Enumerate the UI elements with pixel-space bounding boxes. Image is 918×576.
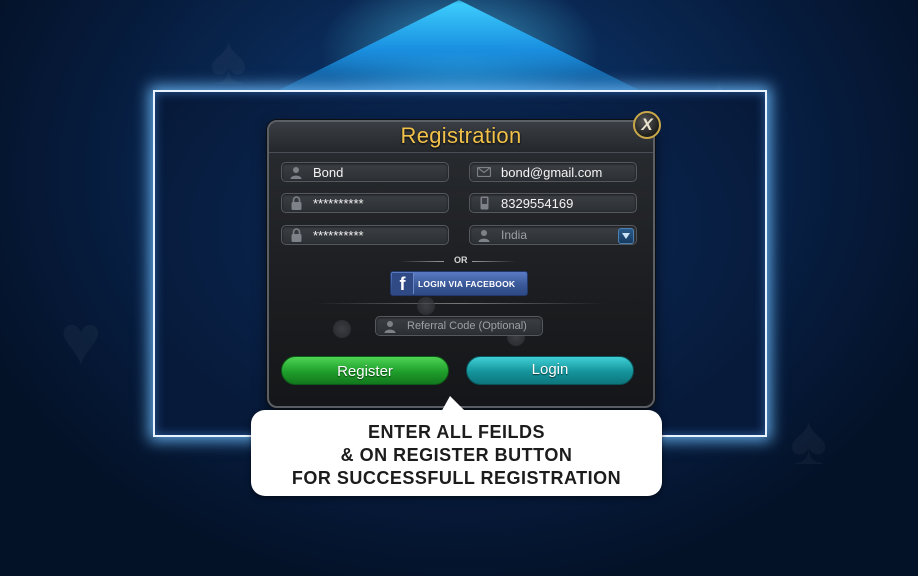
facebook-icon: f — [392, 273, 414, 294]
phone-value: 8329554169 — [501, 195, 574, 211]
dialog-title: Registration — [400, 123, 522, 148]
confirm-password-value: ********** — [313, 227, 364, 243]
heart-decoration: ♥ — [60, 300, 102, 380]
close-button[interactable]: X — [633, 111, 661, 139]
facebook-login-label: LOGIN VIA FACEBOOK — [418, 279, 516, 289]
confirm-password-field[interactable]: ********** — [281, 225, 449, 245]
callout-text: ENTER ALL FEILDS & ON REGISTER BUTTON FO… — [251, 421, 662, 490]
user-icon — [473, 225, 495, 245]
email-value: bond@gmail.com — [501, 164, 603, 180]
register-button[interactable]: Register — [281, 356, 449, 385]
phone-field[interactable]: 8329554169 — [469, 193, 637, 213]
spade-decoration: ♠ — [210, 20, 247, 100]
callout-line-2: & ON REGISTER BUTTON — [340, 445, 573, 465]
chip-decoration — [333, 320, 351, 338]
chevron-down-icon[interactable] — [618, 228, 634, 244]
country-select[interactable]: India — [469, 225, 637, 245]
instruction-callout: ENTER ALL FEILDS & ON REGISTER BUTTON FO… — [251, 410, 662, 496]
lock-icon — [285, 225, 307, 245]
user-icon — [285, 162, 307, 182]
facebook-login-button[interactable]: f LOGIN VIA FACEBOOK — [390, 271, 528, 296]
referral-placeholder: Referral Code (Optional) — [407, 320, 527, 332]
country-value: India — [501, 228, 528, 242]
callout-line-1: ENTER ALL FEILDS — [367, 422, 545, 442]
callout-line-3: FOR SUCCESSFULL REGISTRATION — [291, 468, 622, 488]
login-button[interactable]: Login — [466, 356, 634, 385]
callout-pointer — [440, 396, 468, 414]
or-divider: OR — [400, 255, 520, 267]
lock-icon — [285, 193, 307, 213]
dialog-header: Registration — [269, 122, 653, 153]
name-value: Bond — [313, 164, 344, 180]
section-divider — [315, 303, 605, 304]
spade-decoration: ♠ — [790, 400, 827, 480]
or-label: OR — [454, 255, 468, 265]
referral-code-input[interactable]: Referral Code (Optional) — [375, 316, 543, 336]
name-field[interactable]: Bond — [281, 162, 449, 182]
password-value: ********** — [313, 195, 364, 211]
chip-decoration — [417, 297, 435, 315]
password-field[interactable]: ********** — [281, 193, 449, 213]
mail-icon — [473, 162, 495, 182]
phone-icon — [473, 193, 495, 213]
email-field[interactable]: bond@gmail.com — [469, 162, 637, 182]
user-icon — [379, 316, 401, 336]
